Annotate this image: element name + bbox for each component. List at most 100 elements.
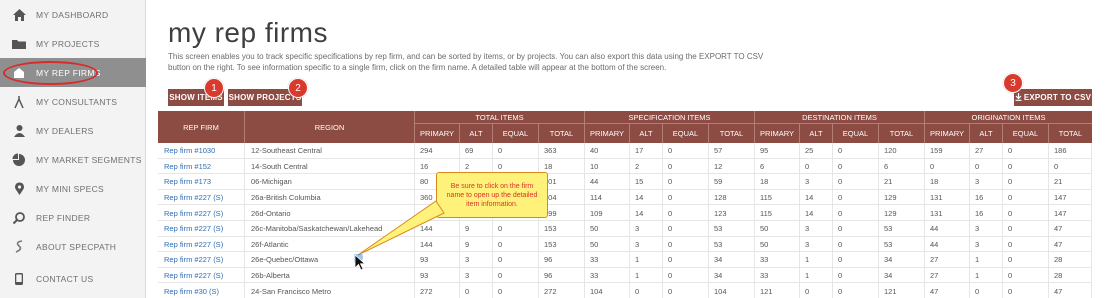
value-cell: 1 — [800, 267, 833, 284]
rep-firm-link[interactable]: Rep firm #1030 — [158, 143, 245, 159]
value-cell: 0 — [663, 189, 709, 206]
value-cell: 121 — [879, 283, 925, 298]
subheader-alt[interactable]: ALT — [630, 124, 663, 143]
value-cell: 16 — [970, 189, 1003, 206]
value-cell: 50 — [585, 221, 630, 237]
value-cell: 3 — [970, 236, 1003, 253]
export-csv-button[interactable]: EXPORT TO CSV — [1014, 89, 1092, 106]
value-cell: 0 — [663, 174, 709, 190]
step-badge-2: 2 — [288, 78, 308, 98]
value-cell: 47 — [925, 283, 970, 298]
rep-firm-link[interactable]: Rep firm #152 — [158, 158, 245, 175]
value-cell: 272 — [415, 283, 460, 298]
sidebar-item-my-rep-firms[interactable]: MY REP FIRMS — [0, 58, 146, 87]
value-cell: 0 — [663, 252, 709, 268]
value-cell: 44 — [585, 174, 630, 190]
value-cell: 131 — [925, 189, 970, 206]
sidebar-item-my-projects[interactable]: MY PROJECTS — [0, 29, 146, 58]
value-cell: 0 — [663, 283, 709, 298]
subheader-alt[interactable]: ALT — [800, 124, 833, 143]
rep-firm-link[interactable]: Rep firm #227 (S) — [158, 205, 245, 221]
rep-firm-link[interactable]: Rep firm #227 (S) — [158, 236, 245, 253]
value-cell: 10 — [585, 158, 630, 175]
subheader-equal[interactable]: EQUAL — [493, 124, 539, 143]
subheader-primary[interactable]: PRIMARY — [755, 124, 800, 143]
value-cell: 53 — [709, 236, 755, 253]
value-cell: 14 — [800, 189, 833, 206]
subheader-alt[interactable]: ALT — [970, 124, 1003, 143]
value-cell: 16 — [970, 205, 1003, 221]
value-cell: 6 — [879, 158, 925, 175]
value-cell: 147 — [1049, 189, 1092, 206]
value-cell: 21 — [1049, 174, 1092, 190]
subheader-equal[interactable]: EQUAL — [1003, 124, 1049, 143]
step-badge-1: 1 — [204, 78, 224, 98]
value-cell: 0 — [493, 143, 539, 159]
region-cell: 24-San Francisco Metro — [245, 283, 415, 298]
subheader-total[interactable]: TOTAL — [1049, 124, 1092, 143]
subheader-alt[interactable]: ALT — [460, 124, 493, 143]
sidebar-item-my-market-segments[interactable]: MY MARKET SEGMENTS — [0, 145, 146, 174]
rep-firm-link[interactable]: Rep firm #227 (S) — [158, 267, 245, 284]
sidebar-item-label: MY MINI SPECS — [36, 183, 104, 194]
region-cell: 26e-Quebec/Ottawa — [245, 252, 415, 268]
region-cell: 26a-British Columbia — [245, 189, 415, 206]
subheader-total[interactable]: TOTAL — [539, 124, 585, 143]
subheader-primary[interactable]: PRIMARY — [415, 124, 460, 143]
step-badge-3: 3 — [1003, 73, 1023, 93]
compass-icon — [11, 94, 27, 110]
callout-tooltip: Be sure to click on the firm name to ope… — [436, 172, 548, 218]
value-cell: 121 — [755, 283, 800, 298]
rep-firm-link[interactable]: Rep firm #227 (S) — [158, 221, 245, 237]
rep-firm-link[interactable]: Rep firm #227 (S) — [158, 189, 245, 206]
subheader-total[interactable]: TOTAL — [709, 124, 755, 143]
header-region[interactable]: REGION — [245, 111, 415, 143]
value-cell: 0 — [1003, 205, 1049, 221]
rep-firm-link[interactable]: Rep firm #173 — [158, 174, 245, 190]
subheader-primary[interactable]: PRIMARY — [925, 124, 970, 143]
value-cell: 0 — [1003, 236, 1049, 253]
value-cell: 115 — [755, 205, 800, 221]
value-cell: 1 — [800, 252, 833, 268]
subheader-equal[interactable]: EQUAL — [663, 124, 709, 143]
subheader-total[interactable]: TOTAL — [879, 124, 925, 143]
sidebar-item-label: MY DEALERS — [36, 125, 94, 136]
page-title: my rep firms — [168, 17, 328, 48]
value-cell: 33 — [585, 252, 630, 268]
value-cell: 69 — [460, 143, 493, 159]
table-row: Rep firm #227 (S) 26b-Alberta 93 3 0 96 33 1 0 34… — [158, 267, 1092, 284]
value-cell: 0 — [1003, 252, 1049, 268]
sidebar-item-rep-finder[interactable]: REP FINDER — [0, 203, 146, 232]
sidebar-item-my-consultants[interactable]: MY CONSULTANTS — [0, 87, 146, 116]
sidebar-item-label: MY REP FIRMS — [36, 67, 101, 78]
value-cell: 1 — [970, 252, 1003, 268]
header-rep-firm[interactable]: REP FIRM — [158, 111, 245, 143]
subheader-equal[interactable]: EQUAL — [833, 124, 879, 143]
sidebar-item-my-mini-specs[interactable]: MY MINI SPECS — [0, 174, 146, 203]
header-origination-items: ORIGINATION ITEMS — [925, 111, 1092, 124]
sidebar-item-label: CONTACT US — [36, 273, 94, 284]
value-cell: 129 — [879, 205, 925, 221]
value-cell: 17 — [630, 143, 663, 159]
sidebar-item-about-specpath[interactable]: ABOUT SPECPATH — [0, 232, 146, 261]
sidebar-item-my-dealers[interactable]: MY DEALERS — [0, 116, 146, 145]
value-cell: 21 — [879, 174, 925, 190]
value-cell: 3 — [630, 236, 663, 253]
value-cell: 14 — [800, 205, 833, 221]
map-pin-icon — [11, 181, 27, 197]
value-cell: 34 — [879, 252, 925, 268]
sidebar-item-contact-us[interactable]: CONTACT US — [0, 264, 146, 293]
value-cell: 0 — [460, 283, 493, 298]
sidebar-item-label: MY PROJECTS — [36, 38, 100, 49]
value-cell: 0 — [970, 158, 1003, 175]
value-cell: 0 — [833, 252, 879, 268]
table-row: Rep firm #1030 12-Southeast Central 294 69 0… — [158, 143, 1092, 159]
rep-firm-link[interactable]: Rep firm #30 (S) — [158, 283, 245, 298]
sidebar-item-my-dashboard[interactable]: MY DASHBOARD — [0, 0, 146, 29]
value-cell: 0 — [1003, 221, 1049, 237]
subheader-primary[interactable]: PRIMARY — [585, 124, 630, 143]
rep-firm-link[interactable]: Rep firm #227 (S) — [158, 252, 245, 268]
value-cell: 1 — [630, 267, 663, 284]
value-cell: 3 — [460, 252, 493, 268]
value-cell: 104 — [585, 283, 630, 298]
